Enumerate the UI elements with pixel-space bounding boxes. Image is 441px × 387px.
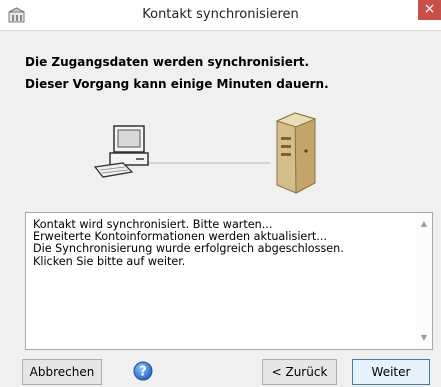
scroll-down-arrow-icon[interactable]: ▼ (416, 331, 432, 345)
next-button[interactable]: Weiter (352, 359, 430, 385)
server-icon (275, 112, 317, 194)
close-button[interactable]: × (418, 0, 441, 20)
header-line-2: Dieser Vorgang kann einige Minuten dauer… (25, 77, 329, 91)
computer-icon (93, 125, 149, 178)
header-line-1: Die Zugangsdaten werden synchronisiert. (25, 55, 310, 69)
sync-illustration (93, 112, 317, 194)
dialog-content: Die Zugangsdaten werden synchronisiert. … (0, 31, 441, 387)
help-icon[interactable]: ? (133, 361, 153, 381)
log-scrollbar[interactable]: ▲ ▼ (416, 213, 432, 349)
title-bar: Kontakt synchronisieren × (0, 0, 441, 31)
svg-text:?: ? (139, 365, 147, 380)
window-title: Kontakt synchronisieren (142, 7, 299, 22)
log-line: Klicken Sie bitte auf weiter. (33, 254, 186, 268)
log-line: Die Synchronisierung wurde erfolgreich a… (33, 242, 344, 256)
back-button[interactable]: < Zurück (262, 359, 337, 385)
cancel-button[interactable]: Abbrechen (22, 359, 102, 385)
log-lines: Kontakt wird synchronisiert. Bitte warte… (33, 218, 344, 268)
close-icon: × (423, 1, 436, 17)
log-textarea[interactable]: Kontakt wird synchronisiert. Bitte warte… (25, 212, 433, 350)
scroll-up-arrow-icon[interactable]: ▲ (416, 217, 432, 231)
